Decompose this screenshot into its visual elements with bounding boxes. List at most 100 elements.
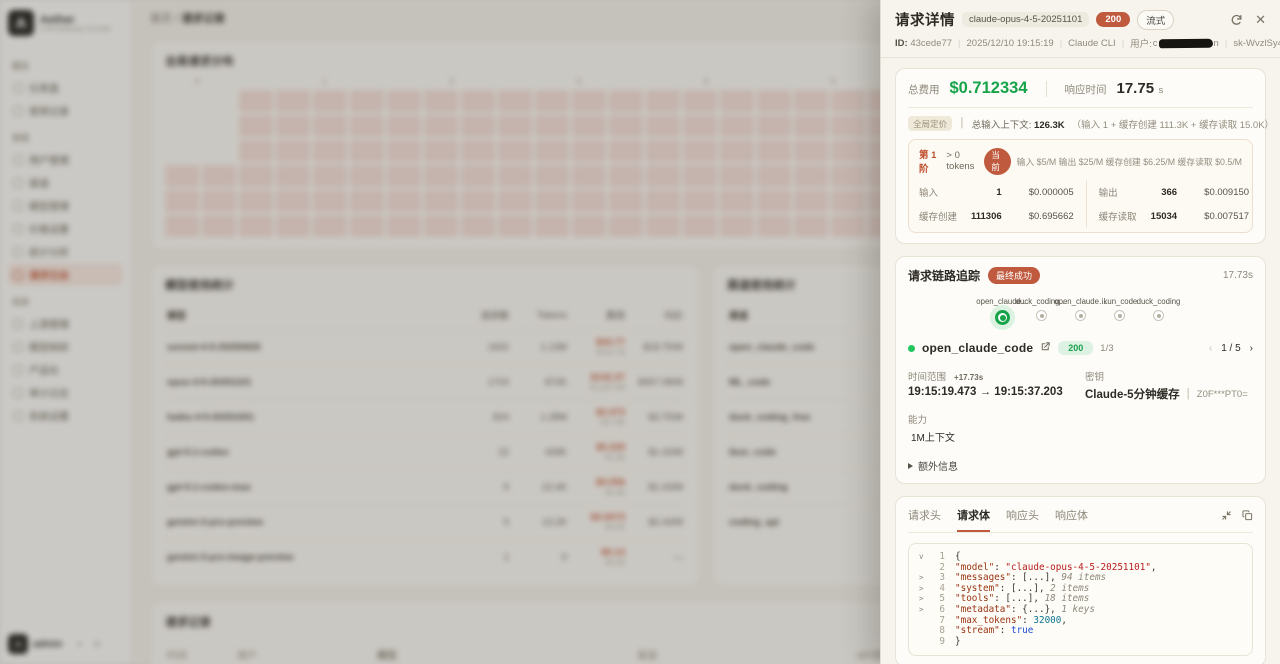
table-row[interactable]: gemini-3-pro-image-preview10$0.13¥0.94—: [165, 539, 685, 574]
column-header: 时间: [167, 647, 237, 662]
table-row[interactable]: gpt-5.1-codex22439K$0.229¥1.65$1.43/M: [165, 434, 685, 469]
heatmap-cell: [794, 90, 828, 112]
payload-tab[interactable]: 响应头: [1006, 507, 1039, 532]
table-row[interactable]: gemini-3-pro-preview513.2K$0.0073¥0.05$2…: [165, 504, 685, 539]
table-row[interactable]: haiku-4-5-202510018241.28M$2.473¥17.85$3…: [165, 399, 685, 434]
trace-node[interactable]: open_claude…: [1061, 310, 1100, 325]
fold-toggle-icon[interactable]: v: [919, 552, 931, 563]
triangle-right-icon: [908, 463, 913, 469]
sidebar-item[interactable]: 模型映射: [8, 335, 123, 358]
nav-item-label: 使用记录: [29, 103, 69, 118]
cell-cost: $0.13¥0.94: [567, 547, 625, 567]
heatmap-cell: [165, 190, 199, 212]
json-token: : [...],: [1000, 583, 1050, 594]
sidebar-item[interactable]: 仪表盘: [8, 76, 123, 99]
trace-node[interactable]: open_claude…: [983, 310, 1022, 325]
heatmap-cell: [313, 190, 347, 212]
cell-cost-cny: ¥17.85: [567, 418, 625, 427]
heatmap-cell: [535, 165, 569, 187]
json-token: "system": [955, 583, 1000, 594]
heatmap-cell: [609, 215, 643, 237]
breadcrumb-root[interactable]: 首页: [150, 13, 172, 25]
fold-toggle-icon[interactable]: >: [919, 573, 931, 584]
json-token: 2 items: [1050, 583, 1089, 594]
table-row[interactable]: opus-4-5-202511011724872K$142.37¥1,027.5…: [165, 364, 685, 399]
heatmap-cell: [313, 215, 347, 237]
brand-logo-icon: A: [8, 10, 34, 36]
pager-prev-icon[interactable]: ‹: [1209, 343, 1212, 354]
tier-usage-label: 输入: [919, 185, 971, 199]
trace-node[interactable]: duck_coding…: [1022, 310, 1061, 325]
collapse-icon[interactable]: [1221, 508, 1232, 526]
sidebar-item[interactable]: 系统设置: [8, 404, 123, 427]
heatmap-cell: [165, 165, 199, 187]
copy-icon[interactable]: [1242, 508, 1253, 526]
heatmap-cell: [794, 140, 828, 162]
sidebar-user[interactable]: a admin ◐ ⇤: [8, 634, 123, 654]
trace-node-ring: [1153, 310, 1164, 321]
json-token: {: [955, 551, 961, 562]
trace-title: 请求链路追踪: [908, 267, 980, 284]
nav-item-label: 审计日志: [29, 385, 69, 400]
sidebar-item[interactable]: 统计分析: [8, 240, 123, 263]
sidebar-item[interactable]: 审计日志: [8, 381, 123, 404]
axis-tick: 0: [195, 77, 199, 86]
sidebar-footer-icons[interactable]: ◐ ⇤: [77, 639, 106, 650]
heatmap-cell: [165, 90, 199, 112]
trace-node[interactable]: ikun_code: [1100, 310, 1139, 325]
heatmap-cell: [165, 215, 199, 237]
trace-node[interactable]: duck_coding: [1139, 310, 1178, 325]
sidebar-item[interactable]: 渠道: [8, 171, 123, 194]
sidebar-item[interactable]: 价格设置: [8, 217, 123, 240]
json-line: 9}: [919, 637, 1242, 648]
cell-requests: 1602: [451, 342, 509, 353]
external-link-icon[interactable]: [1040, 339, 1051, 357]
cell-tokens: 872K: [509, 377, 567, 388]
json-viewer: v1{2"model": "claude-opus-4-5-20251101",…: [908, 543, 1253, 656]
json-token: : [...],: [994, 593, 1044, 604]
json-token: : {...},: [1011, 604, 1061, 615]
line-number: 1: [931, 552, 945, 563]
nav-item-icon: [13, 365, 23, 375]
nav-item-icon: [13, 388, 23, 398]
payload-tab[interactable]: 请求头: [908, 507, 941, 532]
sidebar-item[interactable]: 请求日志: [8, 263, 123, 286]
sidebar-item[interactable]: 模型管理: [8, 194, 123, 217]
table-row[interactable]: sonnet-4-5-2025092916021.13M$43.77¥315.7…: [165, 329, 685, 364]
heatmap-cell: [831, 115, 865, 137]
cell-cost: $43.77¥315.79: [567, 337, 625, 357]
heatmap-cell: [831, 90, 865, 112]
cell-avg-price: —: [625, 552, 683, 563]
user-label: 用户:: [1130, 36, 1152, 50]
sidebar-item[interactable]: 用户管理: [8, 148, 123, 171]
table-row[interactable]: gpt-5.1-codex-max522.4K$0.056¥0.40$1.43/…: [165, 469, 685, 504]
trace-card: 请求链路追踪 最终成功 17.73s open_claude…duck_codi…: [895, 256, 1266, 484]
tier-usage-cost: $0.007517: [1177, 211, 1249, 222]
extra-info-toggle[interactable]: 额外信息: [908, 458, 1253, 473]
sidebar-item[interactable]: 产品化: [8, 358, 123, 381]
time-range-value: 19:15:19.473 → 19:15:37.203: [908, 386, 1085, 398]
cell-requests: 1: [451, 552, 509, 563]
fold-toggle-icon[interactable]: >: [919, 594, 931, 605]
trace-timeline: open_claude…duck_coding…open_claude…ikun…: [908, 310, 1253, 325]
pager-next-icon[interactable]: ›: [1250, 343, 1253, 354]
cell-requests: 824: [451, 412, 509, 423]
fold-toggle-icon[interactable]: >: [919, 584, 931, 595]
sidebar-item[interactable]: 使用记录: [8, 99, 123, 122]
trace-node-dot: [1118, 314, 1122, 318]
heatmap-cell: [646, 190, 680, 212]
fold-toggle-icon[interactable]: >: [919, 605, 931, 616]
nav-group-label: 管理: [12, 132, 119, 144]
refresh-icon[interactable]: [1230, 13, 1243, 26]
key-value-masked: Z0F***PT0=: [1197, 389, 1248, 400]
heatmap-cell: [720, 165, 754, 187]
payload-tab[interactable]: 响应体: [1055, 507, 1088, 532]
heatmap-cell: [498, 190, 532, 212]
heatmap-cell: [276, 215, 310, 237]
sidebar-item[interactable]: 上游管理: [8, 312, 123, 335]
table-title: 模型使用统计: [165, 277, 685, 293]
time-range-label: 时间范围: [908, 369, 946, 383]
close-icon[interactable]: ✕: [1255, 12, 1266, 28]
payload-tab[interactable]: 请求体: [957, 507, 990, 532]
heatmap-cell: [461, 215, 495, 237]
